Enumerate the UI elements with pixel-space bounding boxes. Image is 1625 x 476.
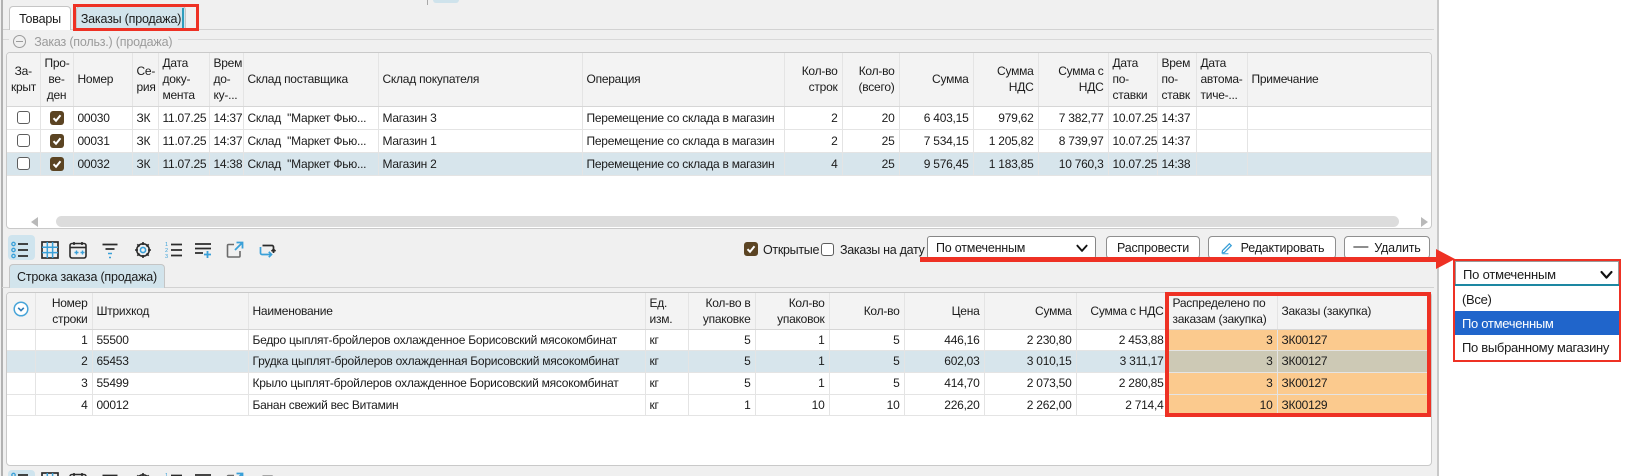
svg-text:3: 3 xyxy=(165,254,168,259)
